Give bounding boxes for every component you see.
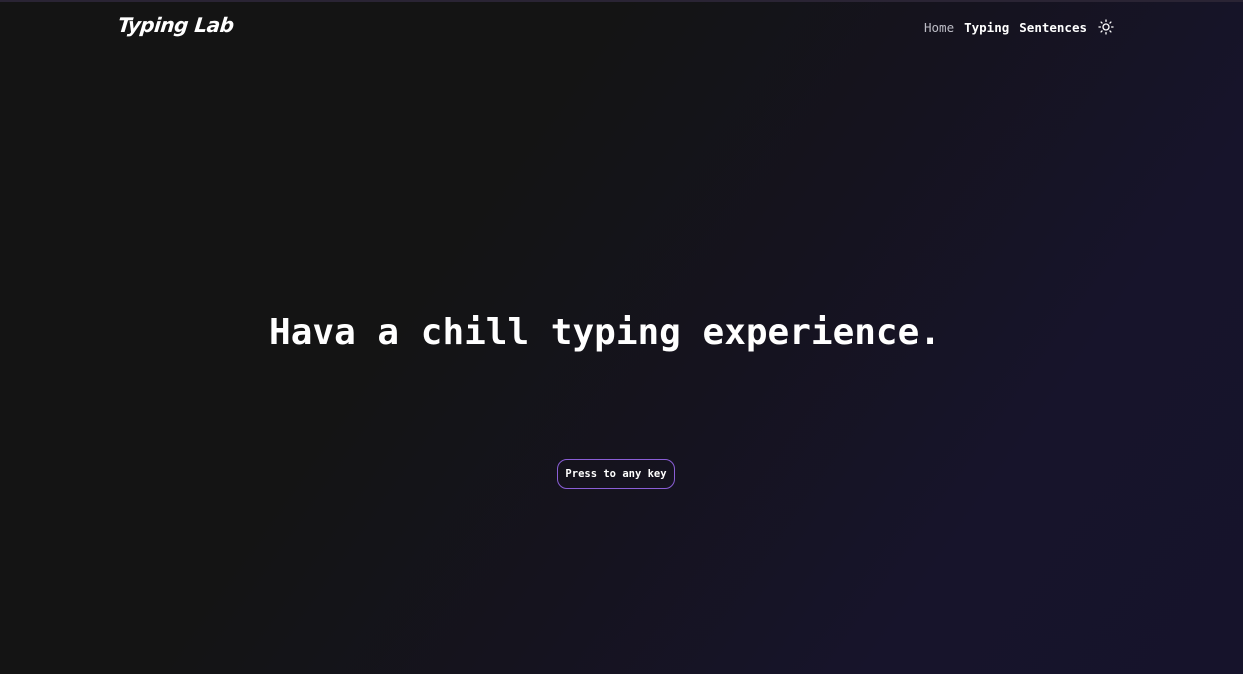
nav-link-home[interactable]: Home [924,20,954,35]
nav-link-typing[interactable]: Typing [964,20,1009,35]
start-button[interactable]: Press to any key [557,459,675,489]
hero-title: Hava a chill typing experience. [269,312,941,353]
logo[interactable]: Typing Lab [117,13,235,37]
nav-links: Home Typing Sentences [924,17,1115,37]
nav-link-sentences[interactable]: Sentences [1019,20,1087,35]
navbar: Typing Lab Home Typing Sentences [0,0,1243,54]
sun-icon [1098,19,1114,35]
theme-toggle-button[interactable] [1097,18,1115,36]
